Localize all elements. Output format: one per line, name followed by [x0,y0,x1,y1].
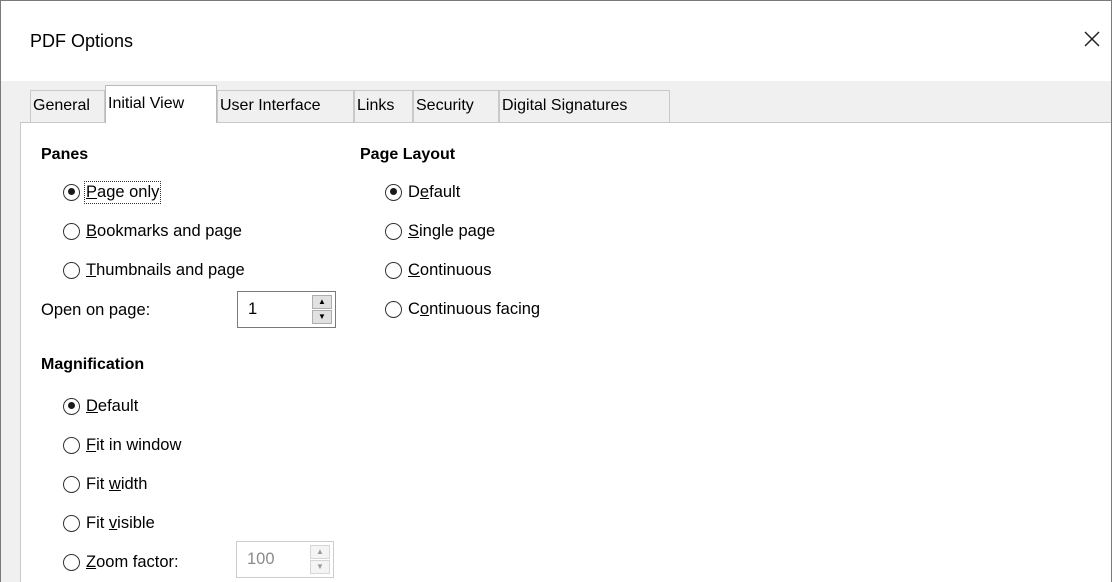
radio-label: Default [408,182,461,201]
radio-layout-default[interactable]: Default [385,180,460,204]
radio-indicator[interactable] [385,261,402,279]
radio-label: Page only [83,180,162,204]
radio-indicator[interactable] [385,300,402,318]
radio-bookmarks-and-page[interactable]: Bookmarks and page [63,219,242,243]
tab-links[interactable]: Links [354,90,413,122]
spin-up-icon[interactable]: ▲ [312,295,332,309]
radio-label: Fit visible [86,513,155,532]
dialog-content: General Initial View User Interface Link… [1,81,1111,582]
radio-indicator[interactable] [63,261,80,279]
radio-fit-width[interactable]: Fit width [63,472,147,496]
radio-indicator[interactable] [385,222,402,240]
radio-thumbnails-and-page[interactable]: Thumbnails and page [63,258,245,282]
page-layout-heading: Page Layout [360,146,456,163]
radio-zoom-factor[interactable]: Zoom factor: [63,550,179,574]
close-icon [1084,31,1100,47]
radio-label: Thumbnails and page [86,260,245,279]
pdf-options-dialog: PDF Options General Initial View User In… [0,0,1112,582]
radio-label: Continuous facing [408,299,541,318]
panes-heading: Panes [41,146,89,163]
magnification-heading: Magnification [41,356,145,373]
radio-label: Fit in window [86,435,182,454]
spin-up-icon[interactable]: ▲ [310,545,330,559]
radio-indicator[interactable] [63,475,80,493]
radio-label: Continuous [408,260,492,279]
dialog-title: PDF Options [30,31,134,51]
radio-fit-visible[interactable]: Fit visible [63,511,155,535]
radio-indicator[interactable] [63,183,80,201]
radio-label: Zoom factor: [86,552,179,571]
open-on-page-value[interactable]: 1 [238,300,312,319]
radio-single-page[interactable]: Single page [385,219,495,243]
radio-page-only[interactable]: Page only [63,180,162,204]
radio-continuous-facing[interactable]: Continuous facing [385,297,540,321]
close-button[interactable] [1072,19,1111,59]
radio-fit-in-window[interactable]: Fit in window [63,433,181,457]
tab-initial-view[interactable]: Initial View [105,85,217,123]
radio-continuous[interactable]: Continuous [385,258,491,282]
radio-label: Default [86,396,139,415]
tab-user-interface[interactable]: User Interface [217,90,354,122]
radio-label: Bookmarks and page [86,221,242,240]
spin-down-icon[interactable]: ▼ [310,560,330,574]
radio-magnification-default[interactable]: Default [63,394,138,418]
title-bar: PDF Options [1,1,1111,81]
radio-indicator[interactable] [63,553,80,571]
radio-indicator[interactable] [385,183,402,201]
open-on-page-spinbox[interactable]: 1 ▲ ▼ [237,291,336,328]
initial-view-panel: Panes Page only Bookmarks and page Thumb… [20,122,1111,582]
radio-indicator[interactable] [63,222,80,240]
tab-general[interactable]: General [30,90,105,122]
open-on-page-label: Open on page: [41,301,151,319]
tab-security[interactable]: Security [413,90,499,122]
radio-indicator[interactable] [63,514,80,532]
radio-label: Fit width [86,474,148,493]
tab-strip: General Initial View User Interface Link… [1,81,1111,125]
radio-label: Single page [408,221,496,240]
zoom-factor-value[interactable]: 100 [237,550,310,569]
tab-digital-signatures[interactable]: Digital Signatures [499,90,670,122]
radio-indicator[interactable] [63,397,80,415]
zoom-factor-spinbox[interactable]: 100 ▲ ▼ [236,541,334,578]
spin-down-icon[interactable]: ▼ [312,310,332,324]
radio-indicator[interactable] [63,436,80,454]
